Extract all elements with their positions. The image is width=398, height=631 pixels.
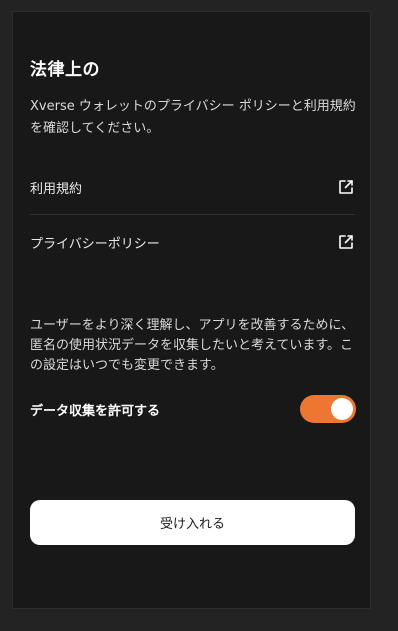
terms-of-service-label: 利用規約	[30, 181, 83, 197]
privacy-policy-label: プライバシーポリシー	[30, 236, 160, 252]
data-collection-description: ユーザーをより深く理解し、アプリを改善するために、匿名の使用状況データを収集した…	[30, 318, 355, 373]
legal-panel: 法律上の Xverse ウォレットのプライバシー ポリシーと利用規約を確認してく…	[12, 11, 371, 609]
data-collection-label: データ収集を許可する	[30, 403, 161, 419]
external-link-icon	[337, 233, 355, 251]
intro-text: Xverse ウォレットのプライバシー ポリシーと利用規約を確認してください。	[30, 99, 356, 136]
terms-of-service-link[interactable]: 利用規約	[30, 160, 355, 215]
data-collection-toggle[interactable]	[300, 395, 356, 423]
external-link-icon	[337, 178, 355, 196]
page-title: 法律上の	[30, 60, 100, 80]
accept-button[interactable]: 受け入れる	[30, 500, 355, 545]
data-collection-row: データ収集を許可する	[30, 395, 356, 423]
toggle-knob	[331, 398, 353, 420]
privacy-policy-link[interactable]: プライバシーポリシー	[30, 215, 355, 269]
